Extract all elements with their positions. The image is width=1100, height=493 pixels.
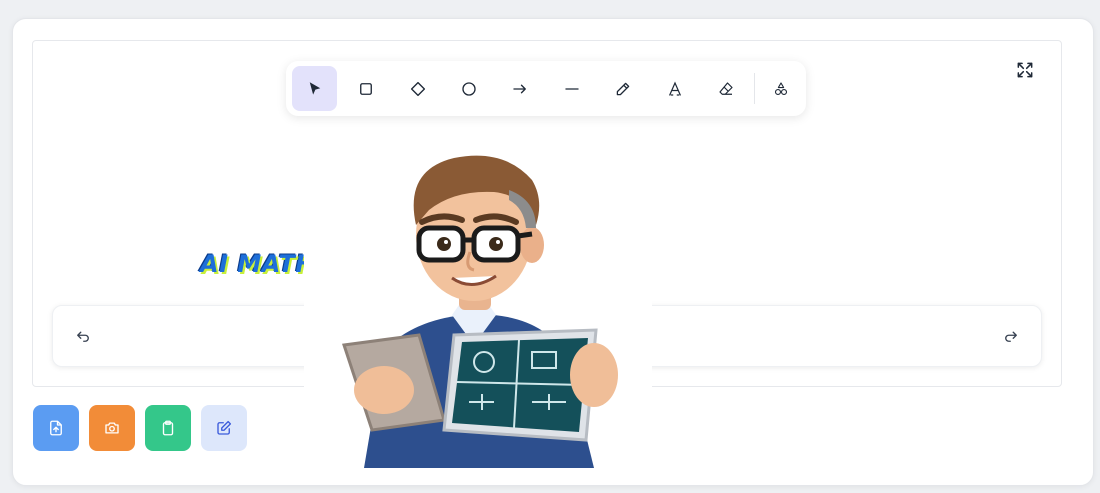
tool-rectangle[interactable] bbox=[343, 66, 388, 111]
circle-icon bbox=[461, 81, 476, 96]
edit-button[interactable] bbox=[201, 405, 247, 451]
eraser-icon bbox=[718, 81, 733, 95]
text-icon bbox=[668, 81, 681, 96]
square-icon bbox=[359, 82, 372, 95]
tool-line[interactable] bbox=[549, 66, 594, 111]
tool-text[interactable] bbox=[652, 66, 697, 111]
file-upload-icon bbox=[50, 420, 62, 436]
tool-draw[interactable] bbox=[600, 66, 645, 111]
tool-ellipse[interactable] bbox=[446, 66, 491, 111]
camera-button[interactable] bbox=[89, 405, 135, 451]
redo-button[interactable] bbox=[999, 324, 1023, 348]
tool-select[interactable] bbox=[292, 66, 337, 111]
pencil-icon bbox=[616, 82, 629, 95]
shapes-icon bbox=[774, 81, 787, 95]
arrow-right-icon bbox=[512, 84, 526, 93]
edit-icon bbox=[217, 420, 232, 435]
tool-arrow[interactable] bbox=[497, 66, 542, 111]
camera-icon bbox=[105, 422, 119, 434]
diamond-icon bbox=[410, 81, 425, 96]
redo-icon bbox=[1005, 331, 1017, 342]
drawing-toolbar bbox=[286, 61, 806, 116]
tool-diamond[interactable] bbox=[395, 66, 440, 111]
clipboard-button[interactable] bbox=[145, 405, 191, 451]
tool-eraser[interactable] bbox=[703, 66, 748, 111]
expand-icon bbox=[1017, 62, 1033, 78]
expand-button[interactable] bbox=[1012, 58, 1038, 82]
toolbar-divider bbox=[754, 73, 755, 104]
undo-button[interactable] bbox=[71, 324, 95, 348]
clipboard-icon bbox=[162, 420, 174, 436]
tutor-illustration bbox=[304, 130, 652, 468]
line-icon bbox=[564, 87, 579, 90]
tool-shapes[interactable] bbox=[758, 66, 803, 111]
upload-file-button[interactable] bbox=[33, 405, 79, 451]
undo-icon bbox=[77, 331, 89, 342]
pointer-icon bbox=[309, 81, 320, 95]
